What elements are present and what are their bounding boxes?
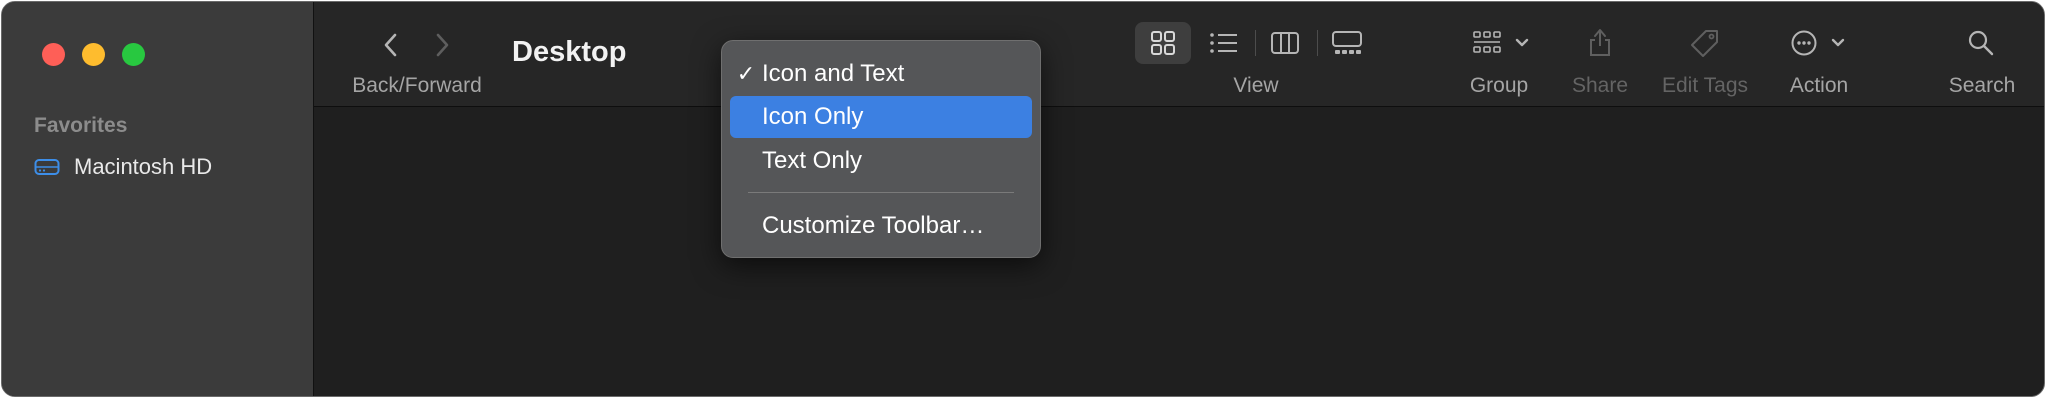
list-view-icon[interactable] — [1209, 30, 1239, 56]
view-label: View — [1233, 74, 1279, 97]
column-view-icon[interactable] — [1270, 30, 1300, 56]
search-icon[interactable] — [1967, 29, 1995, 57]
forward-icon[interactable] — [432, 32, 452, 58]
edit-tags-label: Edit Tags — [1662, 74, 1748, 97]
view-separator — [1255, 30, 1256, 56]
menu-item-label: Icon and Text — [762, 60, 905, 87]
share-label: Share — [1571, 74, 1629, 97]
gallery-view-icon[interactable] — [1331, 30, 1363, 56]
view-separator — [1317, 30, 1318, 56]
chevron-down-icon[interactable] — [1514, 36, 1530, 50]
icon-view-icon[interactable] — [1150, 30, 1176, 56]
chevron-down-icon[interactable] — [1830, 36, 1846, 50]
toolbar: Back/Forward Desktop View Group Share Ed… — [314, 2, 2044, 107]
finder-window: Favorites Macintosh HD Back/Forward Desk… — [1, 1, 2045, 397]
internal-drive-icon — [34, 159, 60, 175]
group-icon[interactable] — [1472, 30, 1502, 56]
menu-item-icon-and-text[interactable]: ✓ Icon and Text — [730, 53, 1032, 95]
sidebar-section-header: Favorites — [34, 114, 128, 137]
sidebar-item-label: Macintosh HD — [74, 154, 213, 179]
sidebar: Favorites Macintosh HD — [2, 2, 314, 396]
minimize-button[interactable] — [82, 43, 105, 66]
search-label: Search — [1948, 74, 2016, 97]
close-button[interactable] — [42, 43, 65, 66]
checkmark-icon: ✓ — [736, 61, 756, 86]
window-title: Desktop — [512, 36, 627, 68]
ellipsis-circle-icon[interactable] — [1790, 29, 1818, 57]
back-forward-label: Back/Forward — [352, 74, 482, 97]
sidebar-item-macintosh-hd[interactable]: Macintosh HD — [34, 152, 212, 182]
share-icon[interactable] — [1587, 26, 1613, 58]
group-label: Group — [1469, 74, 1529, 97]
back-icon[interactable] — [381, 32, 401, 58]
tag-icon[interactable] — [1689, 28, 1721, 58]
zoom-button[interactable] — [122, 43, 145, 66]
action-label: Action — [1789, 74, 1849, 97]
content-area — [314, 107, 2044, 396]
